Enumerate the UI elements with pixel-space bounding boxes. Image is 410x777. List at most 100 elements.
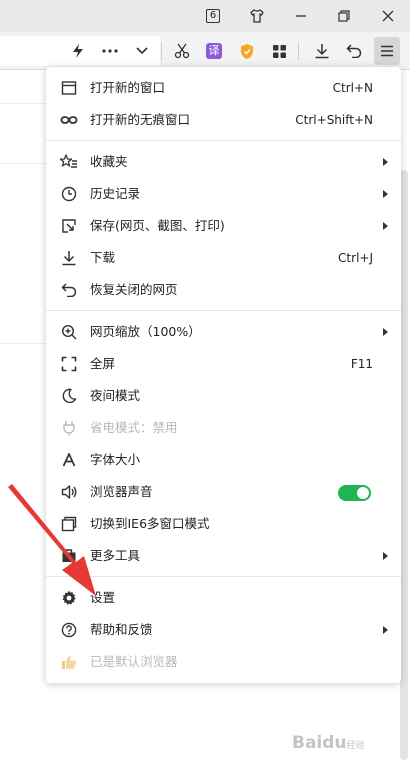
menu-item-shortcut: Ctrl+Shift+N: [295, 113, 373, 127]
menu-item-save[interactable]: 保存(网页、截图、打印): [46, 210, 401, 242]
menu-item-zoom[interactable]: 网页缩放（100%）: [46, 316, 401, 348]
page-divider: [0, 163, 46, 164]
apps-grid-icon: [272, 44, 286, 58]
security-button[interactable]: [234, 37, 260, 65]
submenu-arrow-icon: [383, 190, 388, 198]
undo-close-button[interactable]: [341, 37, 367, 65]
menu-item-label: 全屏: [90, 356, 116, 371]
menu-item-new-incognito-window[interactable]: 打开新的无痕窗口 Ctrl+Shift+N: [46, 104, 401, 136]
menu-item-label: 收藏夹: [90, 154, 128, 169]
translate-label: 译: [208, 44, 220, 57]
menu-item-label: 字体大小: [90, 452, 141, 467]
skin-button[interactable]: [240, 2, 274, 30]
window-icon: [60, 79, 78, 97]
restore-icon: [338, 10, 350, 22]
fullscreen-icon: [60, 355, 78, 373]
watermark-sub: 经验: [346, 741, 365, 751]
menu-item-downloads[interactable]: 下载 Ctrl+J: [46, 242, 401, 274]
menu-item-label: 帮助和反馈: [90, 622, 153, 637]
speaker-icon: [60, 483, 78, 501]
menu-item-shortcut: Ctrl+N: [332, 81, 373, 95]
main-menu: 打开新的窗口 Ctrl+N 打开新的无痕窗口 Ctrl+Shift+N 收藏夹 …: [46, 67, 401, 683]
skin-shirt-icon: [250, 9, 264, 23]
page-divider: [0, 103, 46, 104]
menu-item-label: 恢复关闭的网页: [90, 282, 178, 297]
menu-item-history[interactable]: 历史记录: [46, 178, 401, 210]
page-scrollbar[interactable]: [400, 170, 408, 760]
help-circle-icon: [60, 621, 78, 639]
submenu-arrow-icon: [383, 222, 388, 230]
watermark-text: Baidu: [292, 733, 347, 753]
minimize-icon: [296, 15, 306, 17]
submenu-arrow-icon: [383, 552, 388, 560]
toggle-knob: [357, 487, 369, 499]
translate-button[interactable]: 译: [201, 37, 227, 65]
minimize-button[interactable]: [284, 2, 318, 30]
title-bar: 6: [0, 0, 410, 32]
shield-icon: [241, 43, 253, 59]
menu-item-night-mode[interactable]: 夜间模式: [46, 380, 401, 412]
menu-item-label: 更多工具: [90, 548, 141, 563]
menu-item-shortcut: F11: [350, 357, 373, 371]
lightning-icon: [73, 44, 83, 58]
main-menu-button[interactable]: [374, 37, 400, 65]
menu-item-browser-sound[interactable]: 浏览器声音: [46, 476, 401, 508]
menu-item-label: 已是默认浏览器: [90, 654, 178, 669]
menu-item-label: 网页缩放（100%）: [90, 324, 201, 339]
clock-icon: [60, 185, 78, 203]
thumbs-up-icon: [60, 653, 78, 671]
chevron-down-icon: [136, 47, 148, 55]
menu-item-label: 浏览器声音: [90, 484, 153, 499]
download-icon: [60, 249, 78, 267]
menu-icon: [381, 45, 393, 57]
save-page-icon: [60, 217, 78, 235]
menu-item-label: 历史记录: [90, 186, 141, 201]
apps-button[interactable]: [266, 37, 292, 65]
submenu-arrow-icon: [383, 158, 388, 166]
toolbar-separator: [161, 42, 162, 60]
restore-button[interactable]: [327, 2, 361, 30]
more-dots-icon: [102, 49, 118, 53]
menu-divider: [46, 140, 401, 141]
menu-divider: [46, 310, 401, 311]
menu-item-default-browser: 已是默认浏览器: [46, 646, 401, 678]
incognito-mask-icon: [60, 111, 78, 129]
menu-item-new-window[interactable]: 打开新的窗口 Ctrl+N: [46, 72, 401, 104]
tab-count-badge: 6: [206, 9, 220, 23]
download-icon: [315, 44, 329, 59]
menu-item-font-size[interactable]: 字体大小: [46, 444, 401, 476]
scissors-icon: [174, 43, 190, 59]
menu-item-fullscreen[interactable]: 全屏 F11: [46, 348, 401, 380]
menu-item-label: 打开新的窗口: [90, 80, 166, 95]
menu-item-settings[interactable]: 设置: [46, 582, 401, 614]
gear-icon: [60, 589, 78, 607]
page-divider: [0, 343, 46, 344]
menu-item-label: 保存(网页、截图、打印): [90, 218, 225, 233]
watermark: Baidu经验: [292, 733, 365, 753]
download-button[interactable]: [309, 37, 335, 65]
menu-item-shortcut: Ctrl+J: [338, 251, 373, 265]
menu-item-label: 下载: [90, 250, 116, 265]
tab-count-button[interactable]: 6: [196, 2, 230, 30]
translate-icon: 译: [206, 43, 222, 59]
menu-item-help-feedback[interactable]: 帮助和反馈: [46, 614, 401, 646]
menu-item-more-tools[interactable]: 更多工具: [46, 540, 401, 572]
multi-window-icon: [60, 515, 78, 533]
moon-icon: [60, 387, 78, 405]
menu-item-power-saving: 省电模式：禁用: [46, 412, 401, 444]
menu-item-reopen-closed[interactable]: 恢复关闭的网页: [46, 274, 401, 306]
address-dropdown-button[interactable]: [129, 37, 155, 65]
toolbar-separator: [298, 42, 299, 60]
close-window-button[interactable]: [371, 2, 405, 30]
screenshot-button[interactable]: [169, 37, 195, 65]
menu-item-label: 夜间模式: [90, 388, 141, 403]
toolbar: 译: [0, 32, 410, 70]
undo-icon: [60, 281, 78, 299]
more-actions-button[interactable]: [97, 37, 123, 65]
browser-sound-toggle[interactable]: [338, 485, 371, 501]
menu-item-favorites[interactable]: 收藏夹: [46, 146, 401, 178]
submenu-arrow-icon: [383, 328, 388, 336]
submenu-arrow-icon: [383, 626, 388, 634]
speed-button[interactable]: [65, 37, 91, 65]
menu-item-ie6-mode[interactable]: 切换到IE6多窗口模式: [46, 508, 401, 540]
